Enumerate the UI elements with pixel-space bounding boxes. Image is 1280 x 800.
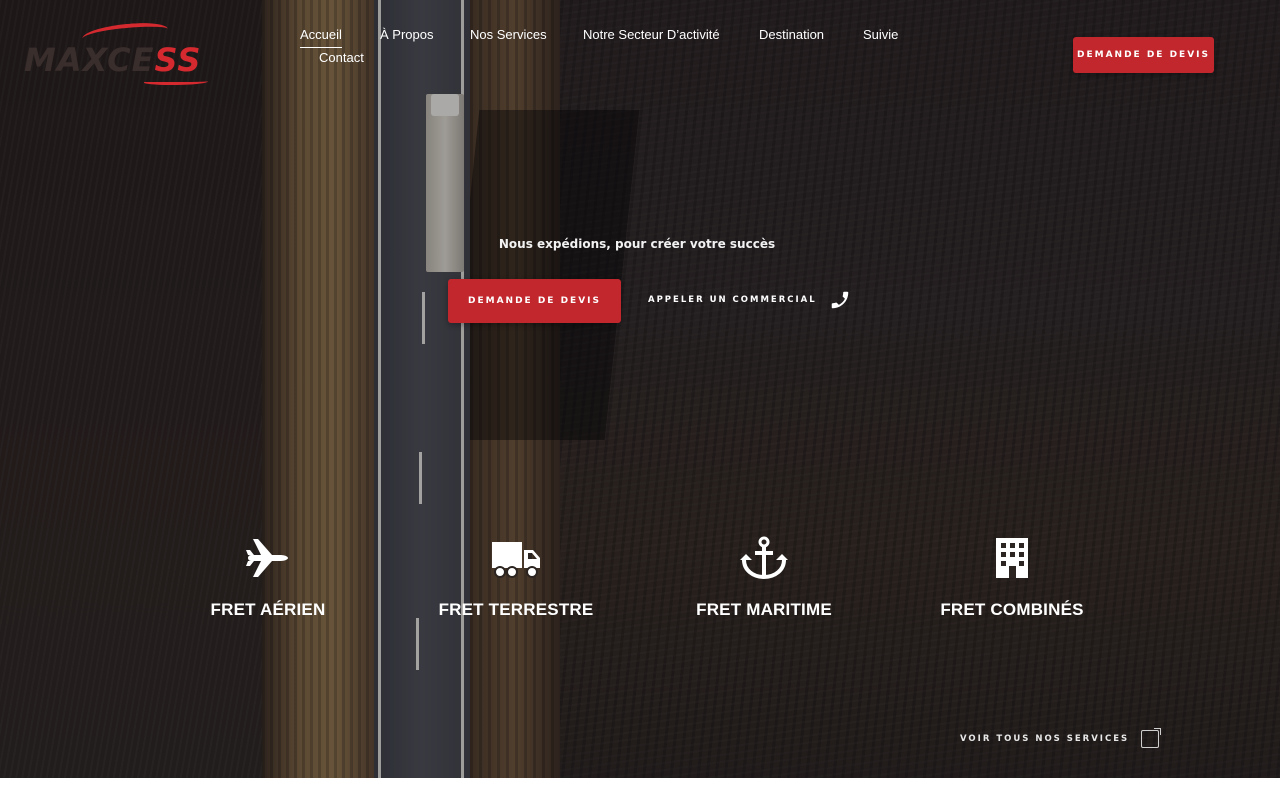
plane-icon bbox=[168, 536, 368, 580]
hero-quote-button[interactable]: DEMANDE DE DEVIS bbox=[448, 279, 621, 323]
nav-item-suivie[interactable]: Suivie bbox=[863, 26, 898, 44]
phone-icon bbox=[829, 289, 851, 311]
service-road-freight-label: FRET TERRESTRE bbox=[438, 600, 594, 619]
nav-item-destination[interactable]: Destination bbox=[759, 26, 824, 44]
hero-background bbox=[0, 0, 1280, 778]
logo-suffix: SS bbox=[154, 41, 202, 79]
nav-item-secteur-activite[interactable]: Notre Secteur D’activité bbox=[583, 26, 720, 44]
nav-item-nos-services[interactable]: Nos Services bbox=[470, 26, 547, 44]
call-sales-link[interactable]: APPELER UN COMMERCIAL bbox=[648, 290, 851, 310]
logo-wordmark: MAXCESS bbox=[24, 40, 201, 80]
nav-item-contact[interactable]: Contact bbox=[319, 49, 364, 67]
nav-item-accueil[interactable]: Accueil bbox=[300, 26, 342, 48]
building-icon bbox=[912, 536, 1112, 580]
truck-icon bbox=[416, 536, 616, 580]
anchor-icon bbox=[664, 536, 864, 580]
all-services-label: VOIR TOUS NOS SERVICES bbox=[960, 734, 1130, 744]
external-link-icon bbox=[1141, 728, 1162, 748]
main-nav: Accueil À Propos Nos Services Notre Sect… bbox=[280, 26, 920, 72]
logo-prefix: MAXCE bbox=[24, 41, 155, 79]
service-sea-freight[interactable]: FRET MARITIME bbox=[664, 536, 864, 620]
all-services-link[interactable]: VOIR TOUS NOS SERVICES bbox=[960, 728, 1162, 749]
service-combined-freight-label: FRET COMBINÉS bbox=[940, 600, 1084, 619]
hero-tagline: Nous expédions, pour créer votre succès bbox=[498, 237, 776, 251]
service-air-freight-label: FRET AÉRIEN bbox=[210, 600, 326, 619]
service-combined-freight[interactable]: FRET COMBINÉS bbox=[912, 536, 1112, 620]
service-sea-freight-label: FRET MARITIME bbox=[696, 600, 832, 619]
service-air-freight[interactable]: FRET AÉRIEN bbox=[168, 536, 368, 620]
nav-item-a-propos[interactable]: À Propos bbox=[380, 26, 433, 44]
hero-overlay bbox=[0, 0, 1280, 778]
call-sales-label: APPELER UN COMMERCIAL bbox=[648, 295, 817, 305]
site-logo[interactable]: MAXCESS bbox=[24, 21, 208, 88]
header-quote-button[interactable]: DEMANDE DE DEVIS bbox=[1073, 37, 1214, 73]
service-road-freight[interactable]: FRET TERRESTRE bbox=[416, 536, 616, 620]
